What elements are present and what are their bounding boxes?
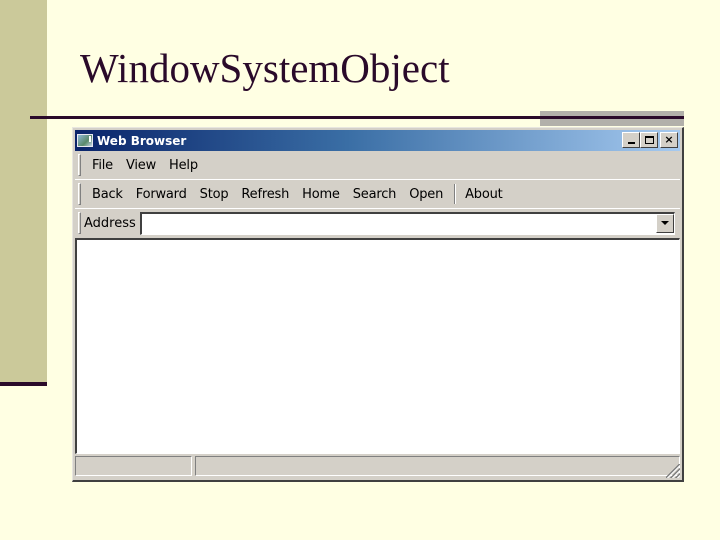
status-panel-1 (75, 456, 192, 476)
slide-accent-bar (0, 0, 47, 382)
chevron-down-icon (661, 221, 669, 225)
refresh-button[interactable]: Refresh (237, 185, 293, 204)
status-panel-2 (195, 456, 680, 476)
open-button[interactable]: Open (405, 185, 447, 204)
minimize-button[interactable] (622, 132, 640, 148)
search-button[interactable]: Search (349, 185, 400, 204)
slide-title: WindowSystemObject (80, 45, 450, 91)
address-input[interactable] (141, 213, 656, 234)
close-icon: × (664, 133, 674, 146)
forward-button[interactable]: Forward (132, 185, 191, 204)
address-combobox[interactable] (139, 211, 675, 235)
slide-title-rule (30, 116, 684, 119)
address-label: Address (84, 215, 136, 231)
window-title: Web Browser (97, 133, 187, 148)
menu-item-help[interactable]: Help (165, 156, 202, 175)
window-controls: × (622, 132, 678, 148)
menu-bar: File View Help (75, 151, 680, 180)
close-button[interactable]: × (660, 132, 678, 148)
toolbar: Back Forward Stop Refresh Home Search Op… (75, 180, 680, 209)
toolbar-separator (454, 184, 457, 204)
menu-item-file[interactable]: File (88, 156, 117, 175)
stop-button[interactable]: Stop (196, 185, 233, 204)
resize-grip-icon[interactable] (666, 464, 680, 478)
app-window-icon (77, 134, 93, 147)
slide-accent-bar-underline (0, 382, 47, 386)
maximize-icon (644, 136, 654, 144)
toolbar-grip[interactable] (78, 183, 81, 205)
address-bar-grip[interactable] (78, 212, 81, 234)
address-bar: Address (75, 209, 680, 237)
menu-item-view[interactable]: View (122, 156, 160, 175)
about-button[interactable]: About (461, 185, 506, 204)
status-bar (75, 456, 680, 478)
back-button[interactable]: Back (88, 185, 127, 204)
home-button[interactable]: Home (298, 185, 344, 204)
browser-content-area[interactable] (75, 238, 680, 454)
address-dropdown-button[interactable] (656, 213, 674, 233)
web-browser-window: Web Browser × File View Help Back Forwar… (72, 127, 684, 482)
menu-bar-grip[interactable] (78, 154, 81, 176)
maximize-button[interactable] (640, 132, 658, 148)
window-titlebar[interactable]: Web Browser × (75, 130, 680, 151)
minimize-icon (627, 142, 635, 144)
